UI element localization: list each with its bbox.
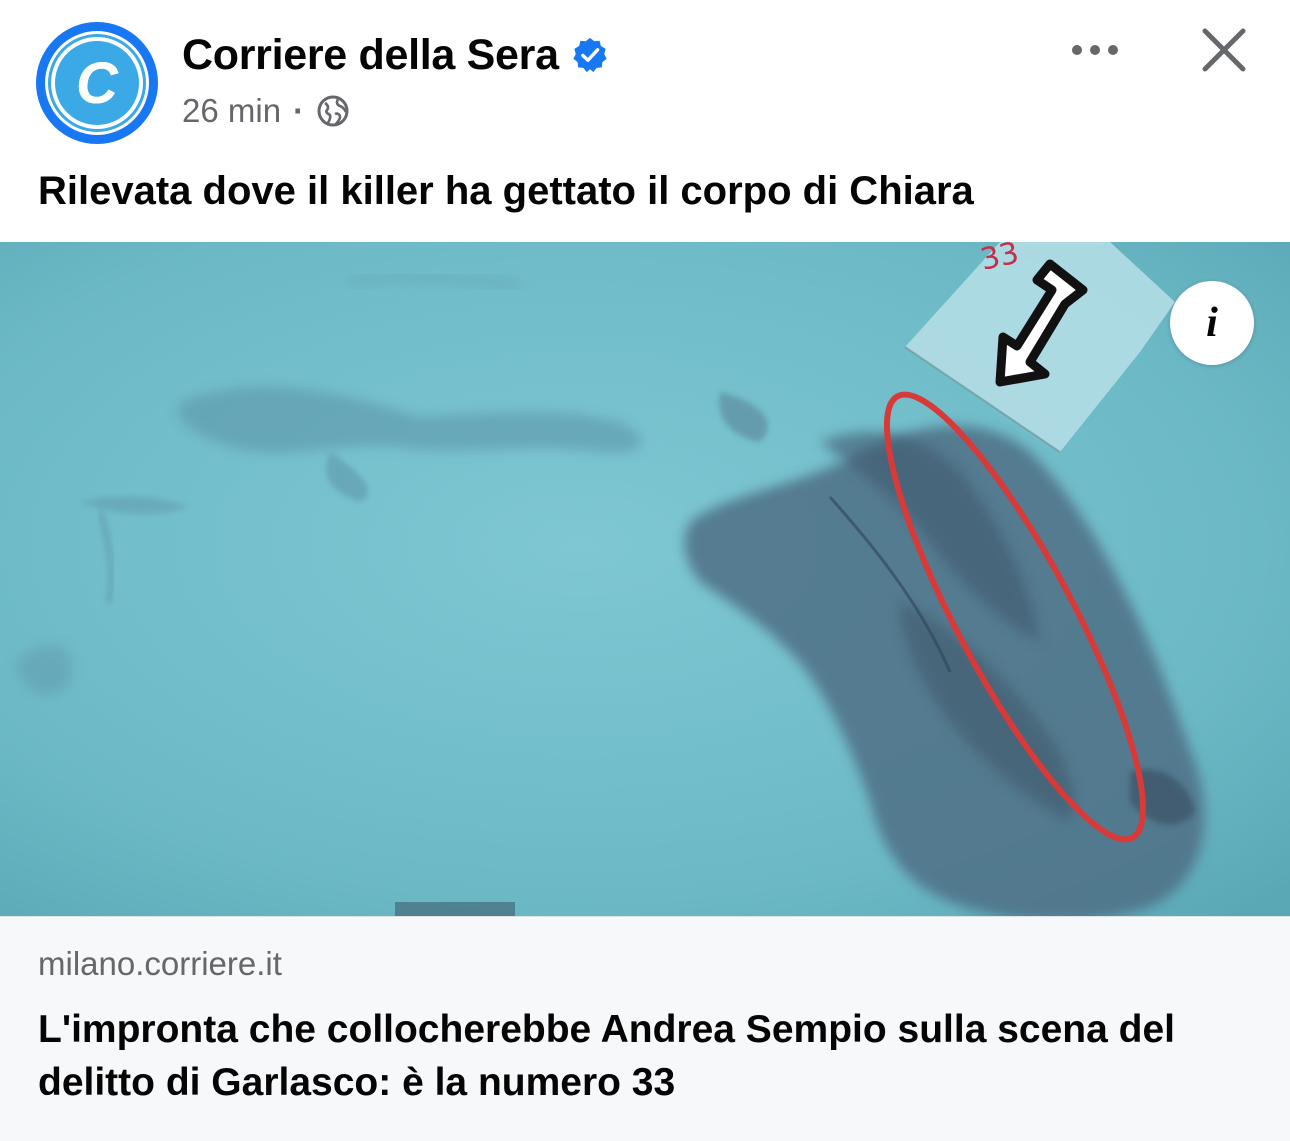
more-options-button[interactable] xyxy=(1060,30,1130,70)
link-domain: milano.corriere.it xyxy=(38,945,282,982)
meta-separator: · xyxy=(293,92,305,129)
facebook-post: C Corriere della Sera 26 min · Rilevata … xyxy=(0,0,1290,1141)
page-name[interactable]: Corriere della Sera xyxy=(182,31,559,80)
post-photo[interactable]: 33 xyxy=(0,242,1290,916)
post-caption: Rilevata dove il killer ha gettato il co… xyxy=(38,169,974,213)
globe-icon[interactable] xyxy=(316,94,350,128)
page-name-row: Corriere della Sera xyxy=(182,30,609,80)
avatar-ring: C xyxy=(45,31,149,135)
link-title: L'impronta che collocherebbe Andrea Semp… xyxy=(38,1008,1175,1104)
close-icon xyxy=(1202,28,1246,72)
verified-badge-icon xyxy=(573,37,607,73)
photo-illustration: 33 xyxy=(0,242,1290,916)
post-timestamp[interactable]: 26 min xyxy=(182,92,281,130)
image-info-button[interactable]: i xyxy=(1170,281,1254,365)
close-button[interactable] xyxy=(1196,22,1252,78)
avatar-logo: C xyxy=(51,37,143,129)
post-meta: 26 min · xyxy=(182,90,350,132)
more-horizontal-icon xyxy=(1072,45,1118,55)
post-header: C Corriere della Sera 26 min · xyxy=(0,0,1290,150)
link-preview[interactable]: milano.corriere.it L'impronta che colloc… xyxy=(0,916,1290,1141)
page-avatar[interactable]: C xyxy=(36,22,158,144)
